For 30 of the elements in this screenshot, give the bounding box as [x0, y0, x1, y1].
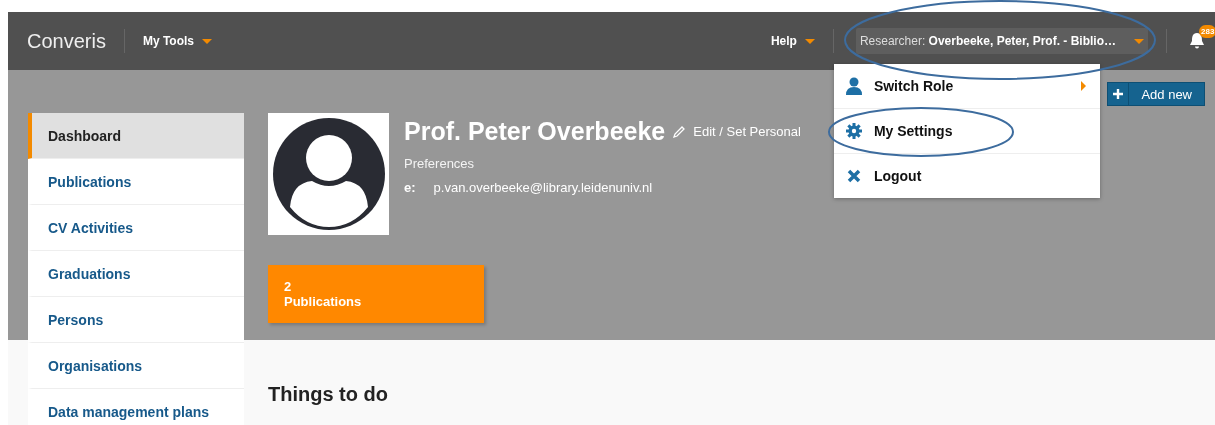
menu-dropdown[interactable]: My Tools — [142, 34, 213, 48]
account-menu[interactable]: Researcher: Overbeeke, Peter, Prof. - Biblio… — [855, 28, 1148, 54]
settings-icon — [845, 123, 862, 139]
section-title: Things to do — [268, 383, 389, 406]
caret-icon — [202, 38, 213, 44]
sidebar-item[interactable]: Persons — [28, 297, 244, 343]
email-label: e: — [404, 180, 416, 195]
sidebar-item[interactable]: CV Activities — [28, 205, 244, 251]
profile-name: Prof. Peter Overbeeke — [404, 117, 666, 146]
pencil-icon — [673, 125, 686, 138]
add-new-button[interactable]: Add new — [1107, 82, 1205, 106]
plus-icon — [1113, 89, 1124, 99]
submenu-arrow-icon — [1080, 81, 1086, 91]
help-menu[interactable]: Help — [770, 34, 815, 48]
sidebar-item[interactable]: Publications — [28, 159, 244, 205]
preferences-text: Preferences — [404, 156, 476, 171]
person-icon — [845, 77, 862, 95]
sidebar-item[interactable]: Organisations — [28, 343, 244, 389]
sidebar-item[interactable]: Graduations — [28, 251, 244, 297]
close-icon — [846, 169, 861, 183]
notification-badge: 283 — [1199, 25, 1215, 38]
caret-icon — [804, 38, 815, 44]
sidebar-item[interactable]: Data management plans — [28, 389, 244, 425]
app-logo[interactable]: Converis — [27, 29, 106, 53]
email-address: p.van.overbeeke@library.leidenuniv.nl — [433, 180, 653, 195]
bell-icon[interactable] — [1189, 32, 1205, 50]
caret-icon — [1134, 38, 1144, 44]
sidebar-item[interactable]: Dashboard — [28, 113, 244, 159]
menu-item[interactable]: Logout — [833, 154, 1100, 198]
avatar-icon — [271, 117, 386, 231]
